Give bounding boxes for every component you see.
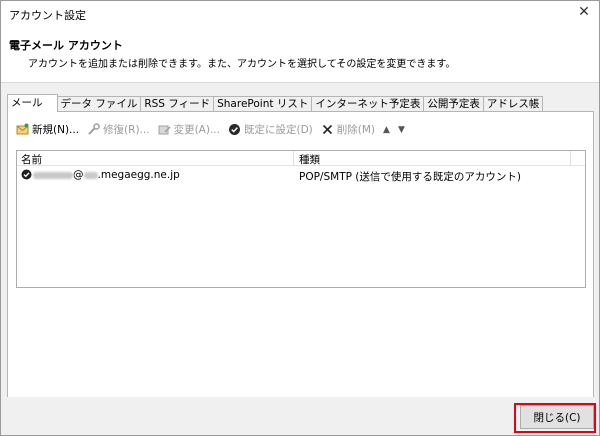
close-window-icon[interactable]: ✕ <box>575 3 593 21</box>
header-title: 電子メール アカウント <box>9 39 123 52</box>
new-button[interactable]: 新規(N)... <box>16 122 79 137</box>
tab-mail[interactable]: メール <box>7 94 58 112</box>
tab-rss-feeds[interactable]: RSS フィード <box>140 96 215 112</box>
new-mail-icon <box>16 123 29 136</box>
account-email: @ .megaegg.ne.jp <box>33 169 180 181</box>
repair-button[interactable]: 修復(R)... <box>87 122 150 137</box>
column-divider <box>570 151 571 165</box>
title-bar: アカウント設定 ✕ <box>1 1 599 25</box>
repair-label: 修復(R)... <box>103 124 150 136</box>
redacted-username <box>33 171 73 179</box>
dialog-footer: 閉じる(C) <box>1 397 599 435</box>
arrow-up-icon[interactable]: ▲ <box>383 125 390 135</box>
close-button-highlight <box>514 403 596 433</box>
delete-x-icon <box>321 123 334 136</box>
email-domain: .megaegg.ne.jp <box>97 169 180 181</box>
tab-data-files[interactable]: データ ファイル <box>56 96 142 112</box>
dialog-header: 電子メール アカウント アカウントを追加または削除できます。また、アカウントを選… <box>1 25 599 83</box>
tab-strip: メール データ ファイル RSS フィード SharePoint リスト インタ… <box>7 94 544 112</box>
tab-published-calendars[interactable]: 公開予定表 <box>423 96 484 112</box>
change-icon <box>158 123 171 136</box>
account-list[interactable]: 名前 種類 @ .megaegg.ne.jp POP/SMTP (送信で使用する… <box>16 150 586 288</box>
default-account-check-icon <box>21 169 32 180</box>
column-header-name[interactable]: 名前 <box>21 152 42 167</box>
email-at-sign: @ <box>73 169 84 181</box>
mail-tab-panel: 新規(N)... 修復(R)... 変更(A)... 既定に設定(D) 削除(M… <box>7 111 594 398</box>
tab-internet-calendars[interactable]: インターネット予定表 <box>311 96 425 112</box>
account-toolbar: 新規(N)... 修復(R)... 変更(A)... 既定に設定(D) 削除(M… <box>16 122 405 137</box>
account-settings-window: アカウント設定 ✕ 電子メール アカウント アカウントを追加または削除できます。… <box>0 0 600 436</box>
arrow-down-icon[interactable]: ▼ <box>398 125 405 135</box>
change-label: 変更(A)... <box>173 124 220 136</box>
header-subtitle: アカウントを追加または削除できます。また、アカウントを選択してその設定を変更でき… <box>28 59 456 70</box>
tab-sharepoint-lists[interactable]: SharePoint リスト <box>213 96 313 112</box>
column-header-type[interactable]: 種類 <box>299 152 320 167</box>
new-label: 新規(N)... <box>32 124 80 136</box>
change-button[interactable]: 変更(A)... <box>158 122 220 137</box>
list-header: 名前 種類 <box>17 151 585 166</box>
check-circle-icon <box>228 123 241 136</box>
wrench-icon <box>87 123 100 136</box>
account-type: POP/SMTP (送信で使用する既定のアカウント) <box>299 171 521 183</box>
delete-button[interactable]: 削除(M) <box>321 122 375 137</box>
set-default-button[interactable]: 既定に設定(D) <box>228 122 313 137</box>
account-row[interactable]: @ .megaegg.ne.jp POP/SMTP (送信で使用する既定のアカウ… <box>17 167 585 183</box>
tab-address-books[interactable]: アドレス帳 <box>482 96 544 112</box>
delete-label: 削除(M) <box>336 124 376 136</box>
column-divider <box>293 151 294 165</box>
window-title: アカウント設定 <box>9 9 86 22</box>
redacted-subdomain <box>83 171 98 179</box>
set-default-label: 既定に設定(D) <box>243 124 313 136</box>
